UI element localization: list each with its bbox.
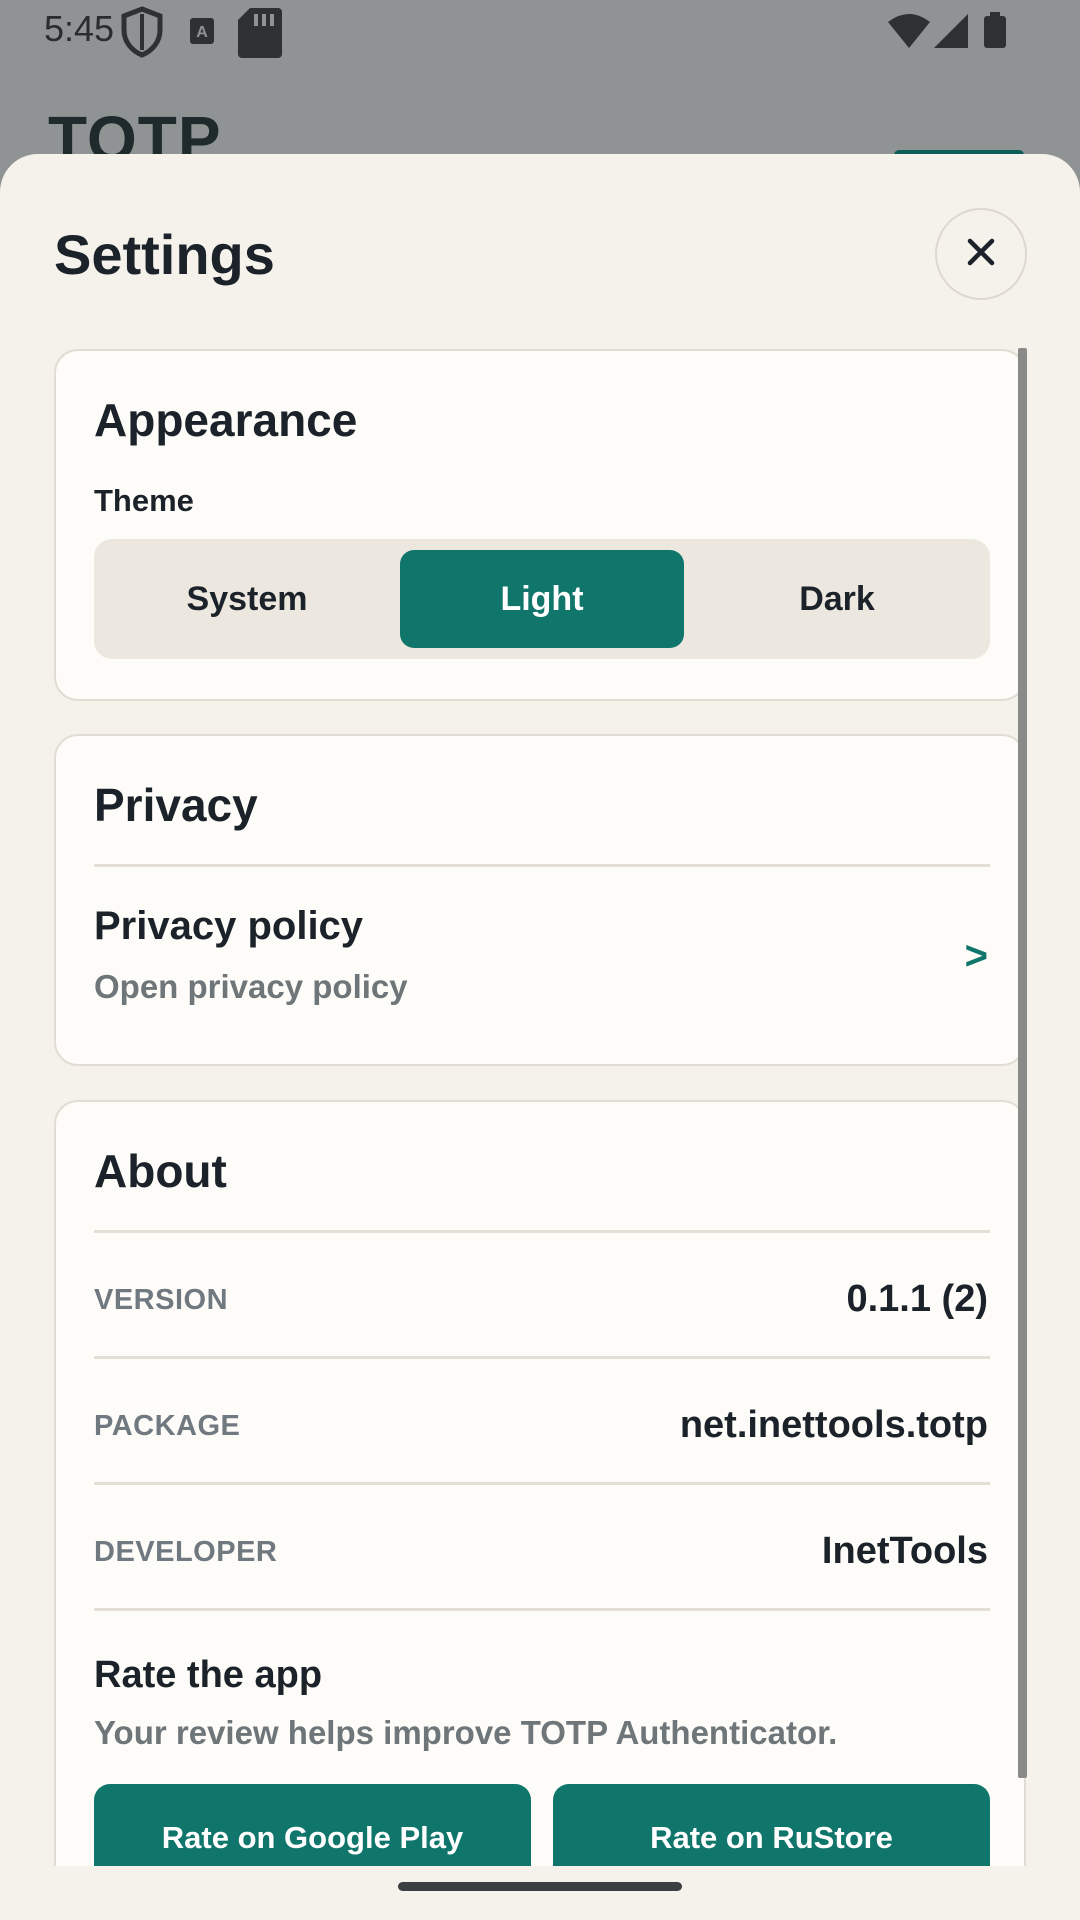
about-card: About VERSION 0.1.1 (2) PACKAGE net.inet…	[54, 1100, 1026, 1920]
theme-option-light[interactable]: Light	[400, 550, 684, 648]
theme-option-system[interactable]: System	[105, 550, 389, 648]
divider	[94, 1608, 990, 1611]
chevron-right-icon: >	[964, 934, 988, 978]
appearance-title: Appearance	[94, 394, 358, 446]
divider	[94, 864, 990, 867]
close-button[interactable]	[935, 208, 1027, 300]
appearance-card: Appearance Theme System Light Dark	[54, 349, 1026, 701]
divider	[94, 1230, 990, 1233]
status-bar: 5:45 A	[0, 0, 1080, 64]
privacy-title: Privacy	[94, 779, 258, 831]
signal-icon	[934, 14, 968, 53]
about-title: About	[94, 1145, 227, 1197]
battery-icon	[984, 12, 1006, 53]
theme-option-dark[interactable]: Dark	[695, 550, 979, 648]
package-value: net.inettools.totp	[679, 1404, 988, 1446]
status-time: 5:45	[44, 8, 115, 49]
rate-app-subtitle: Your review helps improve TOTP Authentic…	[94, 1714, 838, 1751]
privacy-card: Privacy Privacy policy Open privacy poli…	[54, 734, 1026, 1066]
sheet-bottom-area	[0, 1866, 1080, 1920]
package-label: PACKAGE	[94, 1410, 241, 1442]
developer-label: DEVELOPER	[94, 1536, 278, 1568]
wifi-icon	[888, 14, 930, 53]
scrollbar[interactable]	[1018, 348, 1027, 1778]
version-value: 0.1.1 (2)	[846, 1278, 988, 1320]
privacy-policy-subtitle: Open privacy policy	[94, 968, 408, 1005]
privacy-policy-title: Privacy policy	[94, 904, 364, 948]
divider	[94, 1356, 990, 1359]
shield-icon	[120, 6, 164, 63]
theme-selector: System Light Dark	[94, 539, 990, 659]
settings-sheet: Settings Appearance Theme System Light D…	[0, 154, 1080, 1920]
rate-app-title: Rate the app	[94, 1654, 323, 1696]
home-indicator[interactable]	[398, 1882, 682, 1891]
theme-label: Theme	[94, 483, 194, 518]
privacy-policy-row[interactable]: Privacy policy Open privacy policy >	[56, 868, 1024, 1058]
divider	[94, 1482, 990, 1485]
svg-text:A: A	[196, 24, 208, 41]
sheet-title: Settings	[54, 223, 275, 286]
close-icon	[967, 238, 995, 271]
developer-value: InetTools	[821, 1530, 988, 1572]
keyboard-a-icon: A	[190, 18, 214, 49]
version-label: VERSION	[94, 1284, 229, 1316]
sd-card-icon	[238, 8, 282, 63]
